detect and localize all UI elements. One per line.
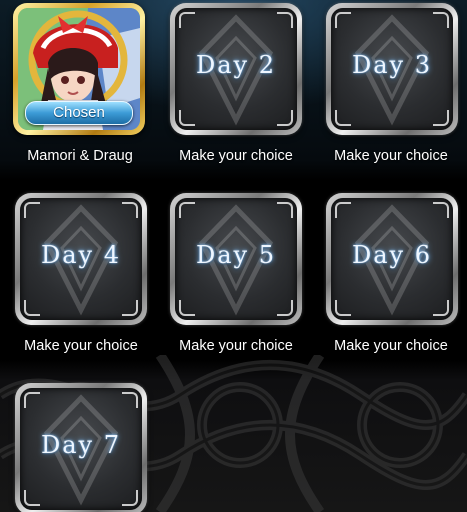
day-label: Day 6	[351, 241, 432, 269]
corner-ornament	[277, 12, 293, 28]
corner-ornament	[122, 202, 138, 218]
corner-ornament	[335, 202, 351, 218]
corner-ornament	[122, 300, 138, 316]
day-1-tile[interactable]: Chosen	[13, 3, 145, 135]
corner-ornament	[24, 300, 40, 316]
corner-ornament	[335, 12, 351, 28]
chosen-badge: Chosen	[25, 101, 133, 125]
corner-ornament	[277, 202, 293, 218]
day-2-caption: Make your choice	[179, 148, 293, 164]
day-selection-screen: Chosen Mamori & Draug Day 2 Make your ch…	[0, 0, 467, 512]
corner-ornament	[179, 300, 195, 316]
day-5-tile[interactable]: Day 5	[170, 193, 302, 325]
day-label: Day 4	[40, 241, 121, 269]
day-label: Day 5	[195, 241, 276, 269]
corner-ornament	[179, 110, 195, 126]
day-label: Day 2	[195, 51, 276, 79]
corner-ornament	[122, 392, 138, 408]
corner-ornament	[335, 300, 351, 316]
corner-ornament	[179, 12, 195, 28]
corner-ornament	[433, 12, 449, 28]
corner-ornament	[24, 202, 40, 218]
day-3-caption: Make your choice	[334, 148, 448, 164]
day-4-caption: Make your choice	[24, 338, 138, 354]
corner-ornament	[24, 490, 40, 506]
day-6-tile[interactable]: Day 6	[326, 193, 458, 325]
day-2-tile[interactable]: Day 2	[170, 3, 302, 135]
day-label: Day 3	[351, 51, 432, 79]
day-4-tile[interactable]: Day 4	[15, 193, 147, 325]
corner-ornament	[335, 110, 351, 126]
day-label: Day 7	[40, 431, 121, 459]
corner-ornament	[433, 202, 449, 218]
day-1-caption: Mamori & Draug	[27, 148, 133, 164]
corner-ornament	[433, 110, 449, 126]
corner-ornament	[24, 392, 40, 408]
corner-ornament	[179, 202, 195, 218]
corner-ornament	[122, 490, 138, 506]
day-5-caption: Make your choice	[179, 338, 293, 354]
day-6-caption: Make your choice	[334, 338, 448, 354]
corner-ornament	[277, 300, 293, 316]
day-3-tile[interactable]: Day 3	[326, 3, 458, 135]
day-7-tile[interactable]: Day 7	[15, 383, 147, 512]
corner-ornament	[277, 110, 293, 126]
corner-ornament	[433, 300, 449, 316]
